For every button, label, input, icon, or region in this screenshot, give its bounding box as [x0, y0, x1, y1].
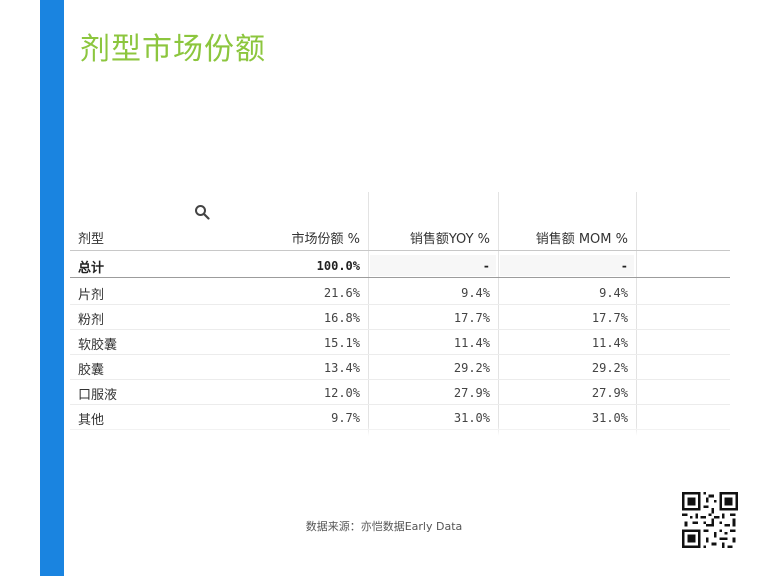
header-sales-mom[interactable]: 销售额 MOM % — [536, 228, 628, 247]
table-row: 口服液 12.0% 27.9% 27.9% — [70, 380, 730, 405]
cell-yoy: 11.4% — [453, 336, 490, 350]
row-label: 粉剂 — [78, 313, 105, 328]
page-title: 剂型市场份额 — [80, 32, 266, 67]
header-sales-yoy[interactable]: 销售额YOY % — [410, 228, 490, 247]
cell-mom: 27.9% — [591, 386, 628, 400]
cell-mom: 31.0% — [591, 411, 628, 425]
cell-share: 100.0% — [316, 259, 360, 273]
table-row: 胶囊 13.4% 29.2% 29.2% — [70, 355, 730, 380]
cell-share: 21.6% — [323, 286, 360, 300]
scroll-fade — [70, 426, 730, 436]
search-icon[interactable] — [194, 204, 210, 220]
cell-yoy: 9.4% — [461, 286, 490, 300]
header-divider — [70, 250, 730, 251]
data-table: 剂型 市场份额 % 销售额YOY % 销售额 MOM % 总计 100.0% -… — [70, 192, 730, 436]
header-category[interactable]: 剂型 — [78, 228, 104, 247]
cell-mom: - — [620, 259, 628, 273]
cell-yoy: - — [482, 259, 490, 273]
table-row: 粉剂 16.8% 17.7% 17.7% — [70, 305, 730, 330]
row-label: 片剂 — [78, 288, 105, 303]
cell-share: 16.8% — [323, 311, 360, 325]
header-market-share[interactable]: 市场份额 % — [292, 228, 361, 247]
cell-yoy: 17.7% — [453, 311, 490, 325]
cell-share: 13.4% — [323, 361, 360, 375]
row-label: 口服液 — [78, 388, 118, 403]
row-label: 总计 — [78, 261, 105, 276]
table-row-total: 总计 100.0% - - — [70, 253, 730, 278]
cell-mom: 9.4% — [599, 286, 628, 300]
cell-share: 12.0% — [323, 386, 360, 400]
data-source-note: 数据来源：亦恺数据Early Data — [305, 520, 463, 533]
cell-yoy: 31.0% — [453, 411, 490, 425]
cell-share: 9.7% — [331, 411, 360, 425]
cell-mom: 29.2% — [591, 361, 628, 375]
row-label: 软胶囊 — [78, 338, 118, 353]
table-row: 软胶囊 15.1% 11.4% 11.4% — [70, 330, 730, 355]
cell-yoy: 29.2% — [453, 361, 490, 375]
qr-code-icon — [682, 492, 738, 548]
side-accent-bar — [40, 0, 64, 576]
row-label: 胶囊 — [78, 363, 105, 378]
cell-yoy: 27.9% — [453, 386, 490, 400]
cell-mom: 11.4% — [591, 336, 628, 350]
cell-share: 15.1% — [323, 336, 360, 350]
table-row: 片剂 21.6% 9.4% 9.4% — [70, 280, 730, 305]
cell-mom: 17.7% — [591, 311, 628, 325]
